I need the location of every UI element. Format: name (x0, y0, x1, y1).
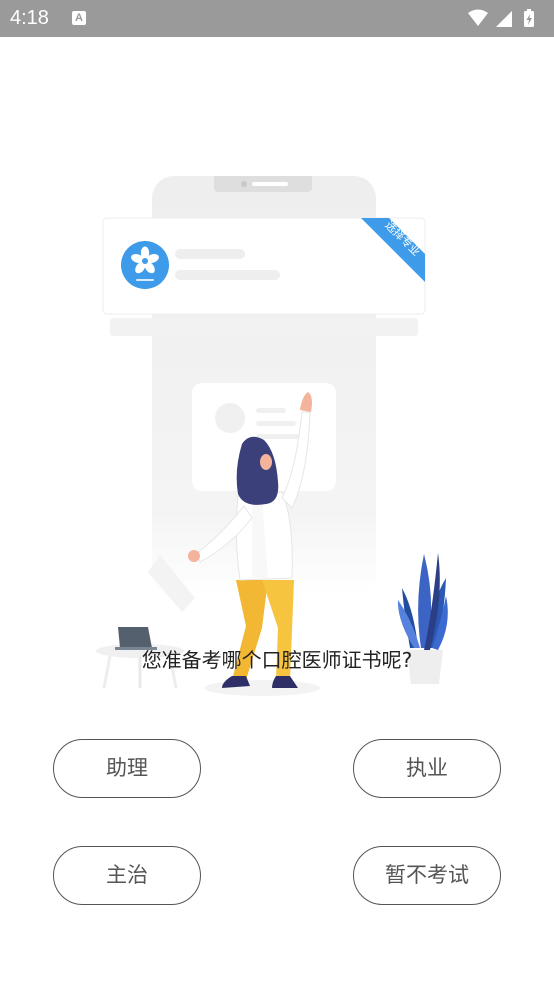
profile-card: 选择专业 (102, 217, 426, 336)
question-text: 您准备考哪个口腔医师证书呢? (141, 648, 413, 672)
app-logo-icon (121, 241, 169, 289)
notification-a-icon: A (72, 11, 86, 25)
option-button-attending[interactable]: 主治 (53, 846, 201, 905)
status-time: 4:18 (10, 7, 49, 29)
signal-icon (496, 11, 512, 27)
option-button-skip-exam[interactable]: 暂不考试 (353, 846, 501, 905)
status-icons (466, 8, 546, 30)
option-button-practicing[interactable]: 执业 (353, 739, 501, 798)
option-button-assistant[interactable]: 助理 (53, 739, 201, 798)
onboarding-illustration: 选择专业 (96, 176, 448, 696)
battery-charging-icon (524, 9, 534, 27)
wifi-icon (468, 9, 488, 26)
status-bar: 4:18 A (0, 0, 554, 37)
